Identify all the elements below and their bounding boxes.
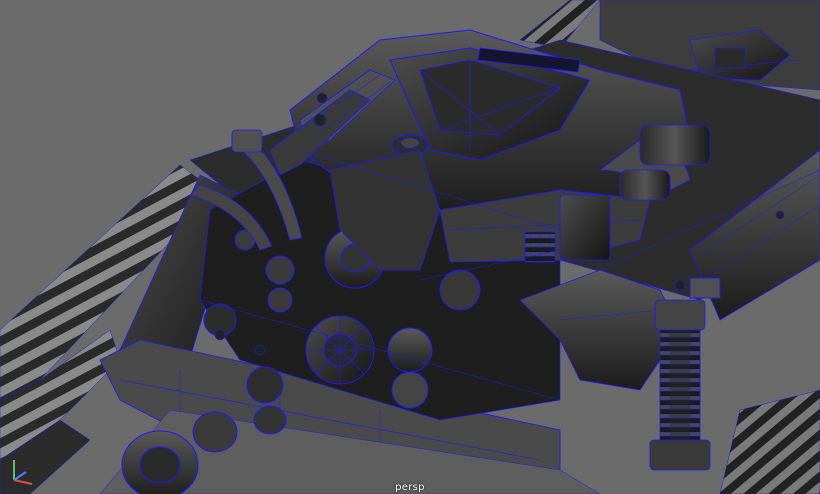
camera-name-label: persp [395, 482, 425, 493]
maya-perspective-viewport[interactable]: persp [0, 0, 820, 494]
engine-model-wireframe[interactable] [0, 0, 820, 494]
